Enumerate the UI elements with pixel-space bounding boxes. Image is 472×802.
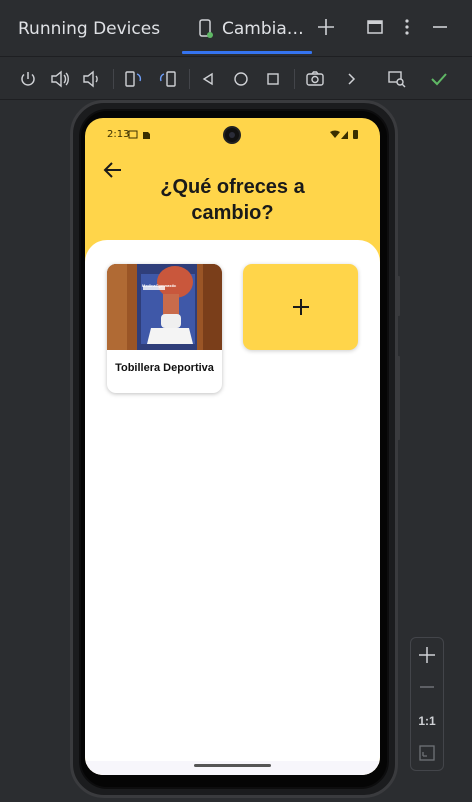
circle-home-icon — [234, 72, 248, 86]
add-item-button[interactable] — [243, 264, 358, 350]
overview-nav-button[interactable] — [261, 67, 285, 91]
triangle-back-icon — [202, 72, 213, 86]
device-icon — [199, 19, 213, 38]
zoom-controls: 1:1 — [410, 637, 444, 771]
add-tab-button[interactable] — [315, 16, 337, 38]
zoom-in-button[interactable] — [411, 640, 443, 670]
rotate-right-icon — [159, 71, 176, 87]
window-layout-button[interactable] — [364, 16, 386, 38]
back-button[interactable] — [101, 158, 125, 182]
plus-icon — [419, 647, 435, 663]
item-image — [107, 264, 222, 350]
fit-screen-button[interactable] — [411, 738, 443, 768]
actual-size-button[interactable]: 1:1 — [411, 706, 443, 736]
volume-down-button[interactable] — [79, 67, 103, 91]
chevron-right-icon — [348, 73, 356, 85]
running-devices-window: Running Devices Cambia… 2:13 ¿Qué ofrece… — [0, 0, 472, 802]
tab-label: Cambia… — [222, 19, 304, 39]
volume-up-button[interactable] — [48, 67, 72, 91]
tab-device[interactable]: Cambia… — [182, 0, 312, 56]
gesture-nav-bar — [85, 761, 380, 775]
photo-caption: MedinaGymnastic — [142, 283, 177, 288]
left-panel-edge — [0, 100, 2, 800]
item-card[interactable]: MedinaGymnastic Tobillera Deportiva — [107, 264, 222, 393]
status-time: 2:13 — [107, 129, 130, 140]
square-overview-icon — [267, 73, 279, 85]
item-title: Tobillera Deportiva — [115, 362, 214, 374]
plus-icon — [318, 19, 334, 35]
minimize-button[interactable] — [429, 16, 451, 38]
actual-size-label: 1:1 — [418, 714, 436, 728]
page-title: ¿Qué ofreces a cambio? — [160, 176, 305, 224]
rotate-left-icon — [125, 71, 142, 87]
screenshot-button[interactable] — [303, 67, 327, 91]
power-icon — [21, 72, 35, 86]
device-side-button — [397, 276, 400, 316]
tab-active-indicator — [182, 51, 312, 54]
toolbar-separator — [189, 69, 190, 89]
home-nav-button[interactable] — [229, 67, 253, 91]
inspect-icon — [388, 71, 406, 88]
zoom-out-button[interactable] — [411, 672, 443, 702]
volume-up-icon — [51, 70, 69, 88]
fit-screen-icon — [419, 745, 435, 761]
notification-icons — [128, 130, 150, 139]
check-icon — [431, 73, 447, 86]
signal-battery-icons — [330, 130, 358, 139]
more-options-button[interactable] — [396, 16, 418, 38]
power-button[interactable] — [16, 67, 40, 91]
item-photo: MedinaGymnastic — [107, 264, 222, 350]
device-side-button — [397, 356, 400, 440]
gesture-handle[interactable] — [194, 764, 271, 767]
toolbar-separator — [113, 69, 114, 89]
window-icon — [367, 20, 383, 34]
device-toolbar — [0, 56, 472, 100]
camera-icon — [306, 71, 324, 86]
more-actions-button[interactable] — [339, 67, 363, 91]
toolbar-separator — [294, 69, 295, 89]
confirm-button[interactable] — [427, 67, 451, 91]
window-title: Running Devices — [18, 19, 161, 39]
rotate-left-button[interactable] — [122, 67, 146, 91]
phone-screen: 2:13 ¿Qué ofreces a cambio? MedinaGymnas… — [85, 118, 380, 775]
minimize-icon — [433, 26, 447, 28]
back-nav-button[interactable] — [196, 67, 220, 91]
status-bar: 2:13 — [85, 118, 380, 152]
title-bar: Running Devices Cambia… — [0, 0, 472, 56]
more-vertical-icon — [405, 19, 409, 35]
front-camera — [223, 126, 241, 144]
minus-icon — [420, 686, 434, 688]
arrow-left-icon — [103, 162, 121, 178]
content-sheet: MedinaGymnastic Tobillera Deportiva — [85, 240, 380, 775]
plus-icon — [292, 299, 309, 315]
layout-inspector-button[interactable] — [385, 67, 409, 91]
volume-down-icon — [83, 70, 98, 88]
rotate-right-button[interactable] — [155, 67, 179, 91]
